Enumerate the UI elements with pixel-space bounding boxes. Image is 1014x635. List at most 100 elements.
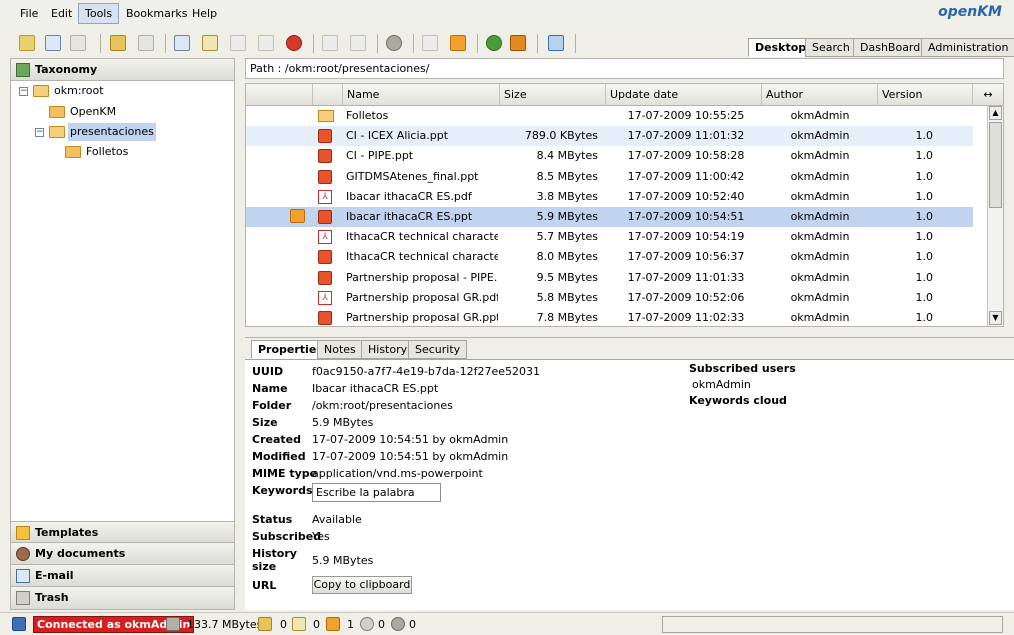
lock-icon[interactable] xyxy=(110,35,126,51)
file-author: okmAdmin xyxy=(790,129,850,143)
scroll-down-icon[interactable]: ▼ xyxy=(989,311,1002,325)
file-update-date: 17-07-2009 10:54:19 xyxy=(627,230,745,244)
menu-edit[interactable]: Edit xyxy=(45,3,78,24)
add-folder-icon[interactable] xyxy=(19,35,35,51)
tree-node-label: Folletos xyxy=(86,145,129,158)
keywords-label: Keywords xyxy=(252,484,313,497)
file-row[interactable]: Folletos 17-07-2009 10:55:25 okmAdmin xyxy=(246,106,973,126)
file-update-date: 17-07-2009 10:56:37 xyxy=(627,250,745,264)
file-row[interactable]: CI - PIPE.ppt 8.4 MBytes 17-07-2009 10:58:… xyxy=(246,146,973,166)
home-icon[interactable] xyxy=(510,35,526,51)
keywords-input[interactable]: Escribe la palabra xyxy=(312,483,441,502)
column-header-author[interactable]: Author xyxy=(762,84,878,106)
file-row[interactable]: IthacaCR technical characteristics 8.0 MB… xyxy=(246,247,973,267)
file-row[interactable]: ⅄ Partnership proposal GR.pdf 5.8 MBytes 17… xyxy=(246,288,973,308)
file-row[interactable]: Ibacar ithacaCR ES.ppt 5.9 MBytes 17-07-20… xyxy=(246,207,973,227)
collapse-icon[interactable]: − xyxy=(35,128,44,137)
menu-file[interactable]: File xyxy=(14,3,44,24)
file-author: okmAdmin xyxy=(790,109,850,122)
email-header[interactable]: E-mail xyxy=(11,565,234,587)
tab-notes[interactable]: Notes xyxy=(317,340,363,359)
scanner-icon[interactable] xyxy=(548,35,564,51)
collapse-icon[interactable]: − xyxy=(19,87,28,96)
file-name: GITDMSAtenes_final.ppt xyxy=(346,169,479,183)
file-author: okmAdmin xyxy=(790,149,850,163)
tab-desktop[interactable]: Desktop xyxy=(748,38,814,57)
file-size: 5.8 MBytes xyxy=(536,290,598,304)
file-size: 5.7 MBytes xyxy=(536,230,598,244)
my-documents-header[interactable]: My documents xyxy=(11,543,234,565)
copy-icon[interactable] xyxy=(322,35,338,51)
file-update-date: 17-07-2009 10:52:06 xyxy=(627,290,745,304)
templates-title: Templates xyxy=(35,526,99,539)
copy-to-clipboard-button[interactable]: Copy to clipboard xyxy=(312,576,412,594)
add-doc-icon[interactable] xyxy=(174,35,190,51)
tab-search[interactable]: Search xyxy=(805,38,857,57)
file-row[interactable]: GITDMSAtenes_final.ppt 8.5 MBytes 17-07-20… xyxy=(246,167,973,187)
tree-node-presentaciones[interactable]: − presentaciones xyxy=(17,123,217,141)
tab-dashboard[interactable]: DashBoard xyxy=(853,38,928,57)
file-row[interactable]: ⅄ Ibacar ithacaCR ES.pdf 3.8 MBytes 17-07-2… xyxy=(246,187,973,207)
file-name: IthacaCR technical characteristics xyxy=(346,230,498,244)
file-row[interactable]: Partnership proposal GR.ppt 7.8 MBytes 17-… xyxy=(246,308,973,326)
menu-bookmarks[interactable]: Bookmarks xyxy=(120,3,193,24)
subscribed-value: Yes xyxy=(312,530,330,543)
checkin-icon[interactable] xyxy=(230,35,246,51)
move-icon[interactable] xyxy=(350,35,366,51)
folder-icon xyxy=(318,110,334,122)
file-version: 1.0 xyxy=(915,250,934,264)
properties-panel: Properties Notes History Security UUID f… xyxy=(245,337,1014,610)
tree-node-label: presentaciones xyxy=(68,123,156,141)
refresh-icon[interactable] xyxy=(486,35,502,51)
delete-icon[interactable] xyxy=(286,35,302,51)
file-name: Partnership proposal - PIPE.ppt xyxy=(346,270,498,284)
resize-columns-icon[interactable]: ↔ xyxy=(973,84,1003,106)
settings-icon[interactable] xyxy=(386,35,402,51)
tab-security[interactable]: Security xyxy=(408,340,468,359)
column-header-version[interactable]: Version xyxy=(878,84,973,106)
toolbar-separator xyxy=(575,34,576,53)
add-subscription-icon[interactable] xyxy=(422,35,438,51)
scroll-thumb[interactable] xyxy=(989,122,1002,208)
tab-administration[interactable]: Administration xyxy=(921,38,1014,57)
user-icon xyxy=(16,547,30,561)
find-icon[interactable] xyxy=(70,35,86,51)
file-name: Ibacar ithacaCR ES.ppt xyxy=(346,210,473,223)
uuid-label: UUID xyxy=(252,365,284,378)
tree-node-root[interactable]: − okm:root xyxy=(17,82,217,100)
file-row[interactable]: ⅄ IthacaCR technical characteristics 5.7 M… xyxy=(246,227,973,247)
scroll-up-icon[interactable]: ▲ xyxy=(989,106,1002,120)
column-header-status[interactable] xyxy=(246,84,313,106)
edit-icon[interactable] xyxy=(202,35,218,51)
column-header-name[interactable]: Name xyxy=(343,84,500,106)
column-header-icon[interactable] xyxy=(313,84,343,106)
history-size-value: 5.9 MBytes xyxy=(312,554,374,567)
tab-history[interactable]: History xyxy=(361,340,415,359)
remove-subscription-icon[interactable] xyxy=(450,35,466,51)
pdf-icon: ⅄ xyxy=(318,290,332,305)
tree-node-folletos[interactable]: Folletos xyxy=(17,143,217,161)
disk-icon xyxy=(166,617,180,631)
menu-bar: File Edit Tools Bookmarks Help openKM xyxy=(0,0,1014,28)
file-row[interactable]: CI - ICEX Alicia.ppt 789.0 KBytes 17-07-20… xyxy=(246,126,973,147)
file-update-date: 17-07-2009 11:02:33 xyxy=(627,311,745,324)
templates-header[interactable]: Templates xyxy=(11,521,234,543)
column-header-date[interactable]: Update date xyxy=(606,84,762,106)
subscribed-label: Subscribed xyxy=(252,530,322,543)
add-document-icon[interactable] xyxy=(45,35,61,51)
cancel-checkout-icon[interactable] xyxy=(258,35,274,51)
history-size-label-2: size xyxy=(252,560,277,573)
menu-help[interactable]: Help xyxy=(186,3,223,24)
trash-header[interactable]: Trash xyxy=(11,587,234,609)
toolbar-separator xyxy=(100,34,101,53)
toolbar-separator xyxy=(377,34,378,53)
taxonomy-header[interactable]: Taxonomy xyxy=(11,59,234,81)
file-row[interactable]: Partnership proposal - PIPE.ppt 9.5 MByte… xyxy=(246,268,973,288)
unlock-icon[interactable] xyxy=(138,35,154,51)
tree-node-openkm[interactable]: OpenKM xyxy=(17,103,217,121)
attachment-count: 0 xyxy=(378,618,385,631)
column-header-size[interactable]: Size xyxy=(500,84,606,106)
created-label: Created xyxy=(252,433,301,446)
menu-tools[interactable]: Tools xyxy=(78,3,120,24)
file-list-scrollbar[interactable]: ▲ ▼ xyxy=(987,106,1003,326)
